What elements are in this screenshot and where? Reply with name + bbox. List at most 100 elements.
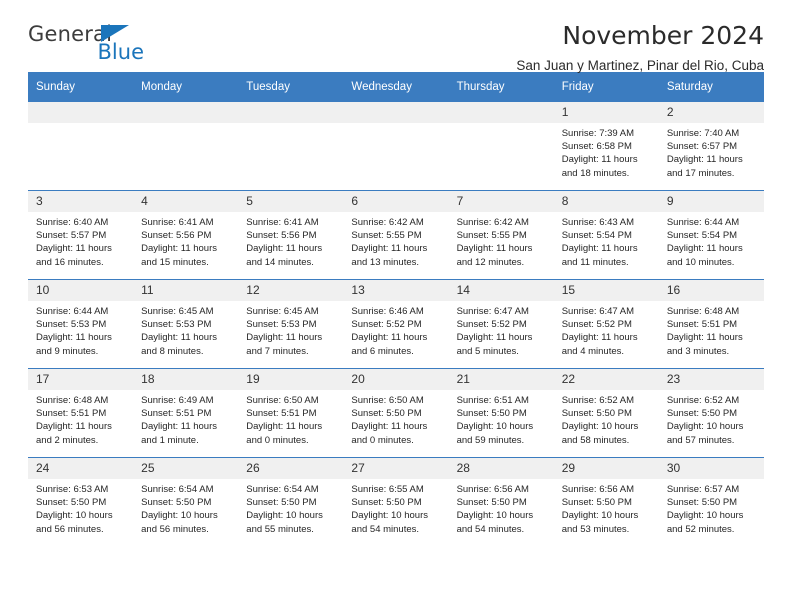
calendar-day-cell[interactable]: 29 Sunrise: 6:56 AM Sunset: 5:50 PM Dayligh… [553, 457, 659, 546]
calendar-day-cell[interactable]: 3 Sunrise: 6:40 AM Sunset: 5:57 PM Daylight… [28, 190, 134, 280]
calendar-day-cell[interactable]: 23 Sunrise: 6:52 AM Sunset: 5:50 PM Dayligh… [658, 368, 764, 458]
calendar-day-cell-empty [238, 102, 344, 191]
daylight-text: Daylight: 11 hours and 14 minutes. [246, 243, 323, 268]
day-number: 18 [133, 369, 239, 390]
calendar-day-cell[interactable]: 10 Sunrise: 6:44 AM Sunset: 5:53 PM Dayligh… [28, 279, 134, 369]
day-number: 6 [343, 191, 449, 212]
calendar-day-cell[interactable]: 12 Sunrise: 6:45 AM Sunset: 5:53 PM Dayligh… [238, 279, 344, 369]
sunrise-text: Sunrise: 7:39 AM [561, 128, 635, 139]
day-number: 9 [658, 191, 764, 212]
sunset-text: Sunset: 5:57 PM [36, 230, 107, 242]
sunrise-text: Sunrise: 6:57 AM [666, 484, 740, 495]
sunrise-text: Sunrise: 6:52 AM [666, 395, 740, 406]
day-details: Sunrise: 6:49 AM Sunset: 5:51 PM Daylight:… [133, 390, 238, 447]
day-details: Sunrise: 6:42 AM Sunset: 5:55 PM Daylight:… [449, 212, 554, 269]
calendar-day-cell[interactable]: 7 Sunrise: 6:42 AM Sunset: 5:55 PM Daylight… [448, 190, 554, 280]
sunset-text: Sunset: 6:57 PM [666, 141, 738, 153]
calendar-day-cell[interactable]: 22 Sunrise: 6:52 AM Sunset: 5:50 PM Dayligh… [553, 368, 659, 458]
daylight-text: Daylight: 11 hours and 18 minutes. [561, 154, 638, 179]
triangle-icon [101, 25, 129, 42]
day-details: Sunrise: 6:46 AM Sunset: 5:52 PM Daylight:… [343, 301, 448, 358]
day-details: Sunrise: 6:43 AM Sunset: 5:54 PM Daylight:… [554, 212, 659, 269]
calendar-day-cell[interactable]: 16 Sunrise: 6:48 AM Sunset: 5:51 PM Dayligh… [658, 279, 764, 369]
sunrise-text: Sunrise: 6:54 AM [141, 484, 214, 495]
sunrise-text: Sunrise: 6:55 AM [351, 484, 424, 495]
sunset-text: Sunset: 5:50 PM [561, 497, 632, 509]
sunrise-text: Sunrise: 6:45 AM [246, 306, 319, 317]
general-blue-logo[interactable]: General Blue [28, 20, 158, 63]
sunset-text: Sunset: 5:51 PM [141, 408, 212, 420]
daylight-text: Daylight: 11 hours and 4 minutes. [561, 332, 638, 357]
calendar-day-cell[interactable]: 13 Sunrise: 6:46 AM Sunset: 5:52 PM Dayligh… [343, 279, 449, 369]
sunrise-text: Sunrise: 6:40 AM [36, 217, 109, 228]
calendar-day-cell[interactable]: 5 Sunrise: 6:41 AM Sunset: 5:56 PM Daylight… [238, 190, 344, 280]
calendar-header-row: Sunday Monday Tuesday Wednesday Thursday Frid… [28, 72, 764, 102]
daylight-text: Daylight: 11 hours and 0 minutes. [246, 421, 323, 446]
day-number: 29 [553, 458, 659, 479]
calendar-day-cell[interactable]: 8 Sunrise: 6:43 AM Sunset: 5:54 PM Daylight… [553, 190, 659, 280]
calendar-day-cell[interactable]: 24 Sunrise: 6:53 AM Sunset: 5:50 PM Dayligh… [28, 457, 134, 546]
sunset-text: Sunset: 5:52 PM [561, 319, 632, 331]
weekday-header-saturday: Saturday [658, 72, 764, 102]
day-number [133, 102, 239, 123]
day-details: Sunrise: 6:48 AM Sunset: 5:51 PM Daylight:… [28, 390, 133, 447]
sunset-text: Sunset: 5:50 PM [666, 408, 738, 420]
sunrise-text: Sunrise: 6:46 AM [351, 306, 424, 317]
calendar-day-cell[interactable]: 17 Sunrise: 6:48 AM Sunset: 5:51 PM Dayligh… [28, 368, 134, 458]
calendar-day-cell[interactable]: 11 Sunrise: 6:45 AM Sunset: 5:53 PM Dayligh… [133, 279, 239, 369]
calendar-day-cell[interactable]: 2 Sunrise: 7:40 AM Sunset: 6:57 PM Daylight… [658, 102, 764, 191]
calendar-day-cell[interactable]: 30 Sunrise: 6:57 AM Sunset: 5:50 PM Dayligh… [658, 457, 764, 546]
daylight-text: Daylight: 10 hours and 55 minutes. [246, 510, 323, 535]
day-number: 13 [343, 280, 449, 301]
day-number: 24 [28, 458, 134, 479]
sunrise-text: Sunrise: 6:44 AM [36, 306, 109, 317]
day-details: Sunrise: 6:54 AM Sunset: 5:50 PM Daylight:… [133, 479, 238, 536]
calendar-day-cell[interactable]: 4 Sunrise: 6:41 AM Sunset: 5:56 PM Daylight… [133, 190, 239, 280]
sunset-text: Sunset: 5:50 PM [36, 497, 107, 509]
day-details: Sunrise: 6:42 AM Sunset: 5:55 PM Daylight:… [343, 212, 448, 269]
calendar-day-cell[interactable]: 15 Sunrise: 6:47 AM Sunset: 5:52 PM Dayligh… [553, 279, 659, 369]
day-number: 28 [448, 458, 554, 479]
sunset-text: Sunset: 5:50 PM [141, 497, 212, 509]
sunset-text: Sunset: 5:52 PM [456, 319, 527, 331]
daylight-text: Daylight: 10 hours and 52 minutes. [666, 510, 744, 535]
calendar-day-cell[interactable]: 1 Sunrise: 7:39 AM Sunset: 6:58 PM Daylight… [553, 102, 659, 191]
daylight-text: Daylight: 10 hours and 54 minutes. [456, 510, 534, 535]
calendar-day-cell[interactable]: 9 Sunrise: 6:44 AM Sunset: 5:54 PM Daylight… [658, 190, 764, 280]
daylight-text: Daylight: 11 hours and 16 minutes. [36, 243, 112, 268]
day-number: 4 [133, 191, 239, 212]
calendar-day-cell[interactable]: 21 Sunrise: 6:51 AM Sunset: 5:50 PM Dayligh… [448, 368, 554, 458]
calendar-day-cell[interactable]: 6 Sunrise: 6:42 AM Sunset: 5:55 PM Daylight… [343, 190, 449, 280]
daylight-text: Daylight: 11 hours and 10 minutes. [666, 243, 743, 268]
daylight-text: Daylight: 11 hours and 0 minutes. [351, 421, 428, 446]
calendar-day-cell[interactable]: 20 Sunrise: 6:50 AM Sunset: 5:50 PM Dayligh… [343, 368, 449, 458]
day-number: 14 [448, 280, 554, 301]
day-number [28, 102, 134, 123]
calendar-day-cell[interactable]: 25 Sunrise: 6:54 AM Sunset: 5:50 PM Dayligh… [133, 457, 239, 546]
day-details: Sunrise: 6:45 AM Sunset: 5:53 PM Daylight:… [133, 301, 238, 358]
calendar-day-cell[interactable]: 19 Sunrise: 6:50 AM Sunset: 5:51 PM Dayligh… [238, 368, 344, 458]
sunset-text: Sunset: 5:50 PM [351, 408, 422, 420]
daylight-text: Daylight: 11 hours and 1 minute. [141, 421, 218, 446]
sunrise-text: Sunrise: 6:44 AM [666, 217, 740, 228]
sunset-text: Sunset: 5:54 PM [666, 230, 738, 242]
calendar-day-cell[interactable]: 26 Sunrise: 6:54 AM Sunset: 5:50 PM Dayligh… [238, 457, 344, 546]
calendar-day-cell[interactable]: 18 Sunrise: 6:49 AM Sunset: 5:51 PM Dayligh… [133, 368, 239, 458]
calendar-week-row: 10 Sunrise: 6:44 AM Sunset: 5:53 PM Dayligh… [28, 279, 764, 369]
calendar-day-cell[interactable]: 28 Sunrise: 6:56 AM Sunset: 5:50 PM Dayligh… [448, 457, 554, 546]
day-number: 2 [658, 102, 764, 123]
sunrise-text: Sunrise: 6:42 AM [351, 217, 424, 228]
day-number: 1 [553, 102, 659, 123]
calendar-day-cell[interactable]: 14 Sunrise: 6:47 AM Sunset: 5:52 PM Dayligh… [448, 279, 554, 369]
day-number: 26 [238, 458, 344, 479]
day-number: 16 [658, 280, 764, 301]
sunrise-text: Sunrise: 6:50 AM [246, 395, 319, 406]
sunset-text: Sunset: 5:51 PM [666, 319, 738, 331]
day-number: 19 [238, 369, 344, 390]
sunset-text: Sunset: 5:56 PM [246, 230, 317, 242]
title-block: November 2024 San Juan y Martinez, Pinar… [516, 20, 764, 73]
daylight-text: Daylight: 10 hours and 58 minutes. [561, 421, 639, 446]
calendar-day-cell-empty [343, 102, 449, 191]
calendar-day-cell[interactable]: 27 Sunrise: 6:55 AM Sunset: 5:50 PM Dayligh… [343, 457, 449, 546]
daylight-text: Daylight: 11 hours and 15 minutes. [141, 243, 218, 268]
